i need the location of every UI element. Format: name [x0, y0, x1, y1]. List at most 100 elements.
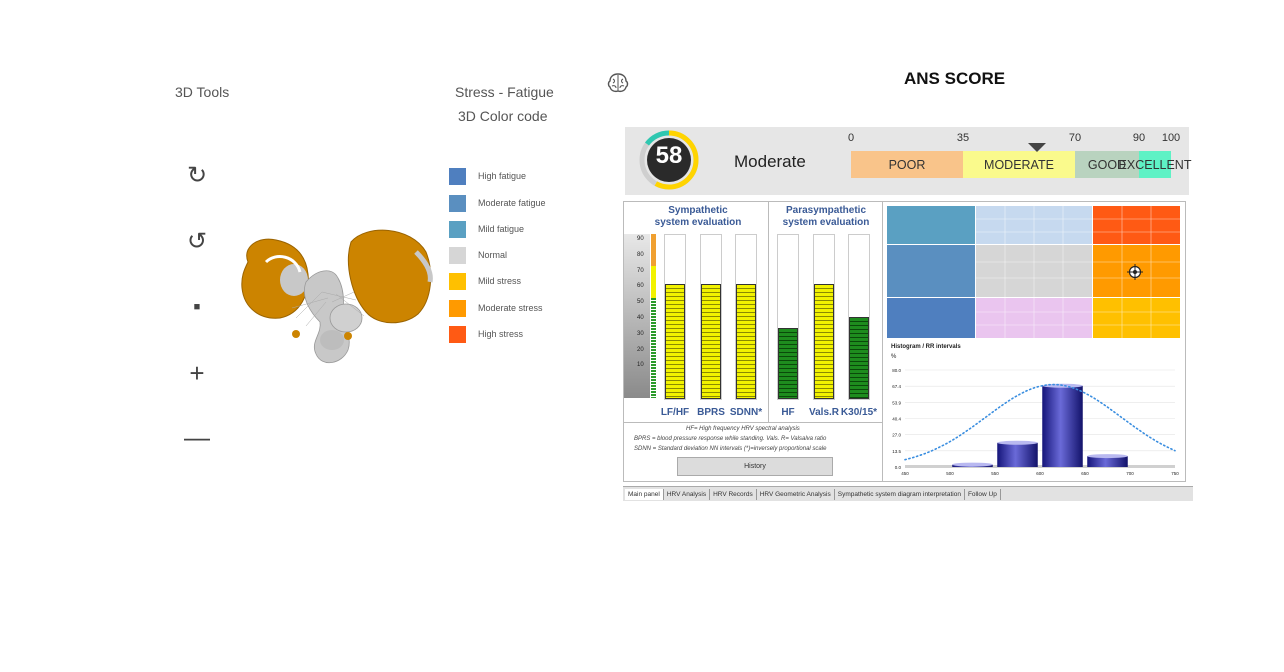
history-button[interactable]: History — [677, 457, 833, 476]
tab-follow-up[interactable]: Follow Up — [965, 488, 1001, 500]
x-tick-label: 450 — [901, 471, 909, 476]
legend-swatch — [449, 246, 466, 264]
y-tick-label: 80.0 — [892, 368, 901, 373]
tab-hrv-records[interactable]: HRV Records — [710, 488, 757, 500]
score-level: Moderate — [734, 152, 806, 171]
histogram-y-unit: % — [891, 354, 897, 360]
right-hemisphere — [347, 229, 432, 324]
axis-tick-label: 20 — [637, 346, 644, 353]
crosshair-marker-icon — [1127, 264, 1143, 280]
scale-tick: 100 — [1161, 132, 1181, 144]
note-hf: HF= High frequency HRV spectral analysis — [686, 426, 800, 432]
scale-segment-excellent: EXCELLENT — [1119, 151, 1191, 178]
zoom-in-icon[interactable]: + — [180, 358, 214, 388]
zoom-out-icon[interactable]: — — [180, 422, 214, 452]
bar-label: K30/15* — [840, 407, 878, 418]
legend-label: High fatigue — [478, 171, 527, 181]
axis-tick-label: 60 — [637, 283, 644, 290]
grid-lines — [976, 206, 1180, 338]
axis-tick-label: 50 — [637, 299, 644, 306]
ans-score-title: ANS SCORE — [904, 69, 1006, 88]
rotate-left-icon[interactable]: ↺ — [180, 226, 214, 256]
axis-tick-label: 30 — [637, 330, 644, 337]
axis-tick-label: 70 — [637, 267, 644, 274]
sympathetic-title: Sympathetic — [668, 205, 728, 216]
grid-cell-mild-fatigue — [887, 206, 975, 244]
legend-label: Mild stress — [478, 276, 522, 286]
bar-lfhf — [665, 284, 685, 399]
tab-sympathetic-system-diagram-interpretation[interactable]: Sympathetic system diagram interpretatio… — [835, 488, 965, 500]
histogram-bar-top — [952, 462, 993, 467]
bar-hf — [778, 328, 798, 399]
diagram-panel: Histogram / RR intervals % 80.0 67.4 53.9 4… — [882, 201, 1186, 482]
histogram-bar — [997, 442, 1038, 467]
grid-cell-high-fatigue — [887, 298, 975, 338]
y-tick-label: 67.4 — [892, 384, 901, 389]
ans-score-panel: 58 Moderate POOR MODERATE GOOD EXCELLENT 0 35… — [625, 127, 1191, 195]
histogram-bar-top — [1087, 454, 1128, 459]
legend-label: Moderate stress — [478, 303, 543, 313]
histogram-title: Histogram / RR intervals — [891, 344, 961, 350]
stop-icon[interactable]: ■ — [180, 292, 214, 322]
legend-subtitle: 3D Color code — [458, 108, 548, 124]
legend-label: Moderate fatigue — [478, 198, 546, 208]
tab-main-panel[interactable]: Main panel — [625, 488, 664, 500]
y-tick-label: 40.4 — [892, 417, 901, 422]
y-tick-label: 0.0 — [895, 465, 902, 470]
tools-title: 3D Tools — [175, 84, 230, 100]
tab-hrv-geometric-analysis[interactable]: HRV Geometric Analysis — [757, 488, 835, 500]
legend-label: Mild fatigue — [478, 224, 525, 234]
parasympathetic-subtitle: system evaluation — [782, 217, 870, 228]
x-tick-label: 750 — [1171, 471, 1179, 476]
legend-swatch — [449, 220, 466, 238]
brain-icon — [607, 73, 629, 93]
legend-item: Mild fatigue — [449, 220, 524, 238]
sympathetic-subtitle: system evaluation — [654, 217, 742, 228]
axis-tick-label: 10 — [637, 362, 644, 369]
bar-k3015 — [849, 317, 869, 399]
bar-sdnn — [736, 284, 756, 399]
floor — [905, 465, 1175, 468]
legend-swatch — [449, 299, 466, 317]
axis-tick-label: 80 — [637, 251, 644, 258]
tab-hrv-analysis[interactable]: HRV Analysis — [664, 488, 711, 500]
brain-3d-view[interactable] — [236, 222, 436, 372]
y-tick-label: 53.9 — [892, 400, 901, 405]
score-value: 58 — [655, 142, 683, 169]
legend-swatch — [449, 272, 466, 290]
axis-tick-label: 40 — [637, 315, 644, 321]
normal-curve — [904, 383, 1176, 461]
legend-item: High fatigue — [449, 167, 526, 185]
bar-valsr — [814, 284, 834, 399]
scale-tick: 0 — [847, 132, 855, 144]
scale-segment-moderate: MODERATE — [963, 151, 1075, 178]
x-tick-label: 650 — [1081, 471, 1089, 476]
grid-cell-moderate-fatigue — [887, 245, 975, 297]
x-tick-label: 600 — [1036, 471, 1044, 476]
legend-label: High stress — [478, 329, 524, 339]
x-tick-label: 700 — [1126, 471, 1134, 476]
legend-swatch — [449, 325, 466, 343]
legend-item: Normal — [449, 246, 507, 264]
parasympathetic-title: Parasympathetic — [785, 205, 867, 216]
note-sdnn: SDNN = Standard deviation NN intervals (… — [634, 446, 827, 452]
legend-swatch — [449, 194, 466, 212]
scale-tick: 35 — [956, 132, 970, 144]
x-tick-label: 550 — [991, 471, 999, 476]
histogram-bar-top — [997, 440, 1038, 445]
y-tick-label: 13.5 — [892, 449, 901, 454]
legend-swatch — [449, 167, 466, 185]
scale-segment-poor: POOR — [851, 151, 963, 178]
note-bprs: BPRS = blood pressure response while sta… — [634, 436, 827, 442]
rr-histogram-chart: 80.0 67.4 53.9 40.4 27.0 13.5 0.0450 500 550 600 6… — [892, 368, 1179, 476]
axis-tick-label: 90 — [637, 236, 644, 242]
scale-tick: 90 — [1132, 132, 1146, 144]
legend-title: Stress - Fatigue — [455, 84, 554, 100]
score-marker-icon — [1027, 143, 1046, 152]
legend-item: Mild stress — [449, 272, 521, 290]
histogram-bar — [1042, 385, 1083, 467]
ans-scale: POOR MODERATE GOOD EXCELLENT 0 35 70 90 100 — [847, 127, 1191, 195]
x-tick-label: 500 — [946, 471, 954, 476]
tab-bar: Main panel HRV Analysis HRV Records HRV Geo… — [623, 486, 1193, 501]
rotate-right-icon[interactable]: ↻ — [180, 160, 214, 190]
